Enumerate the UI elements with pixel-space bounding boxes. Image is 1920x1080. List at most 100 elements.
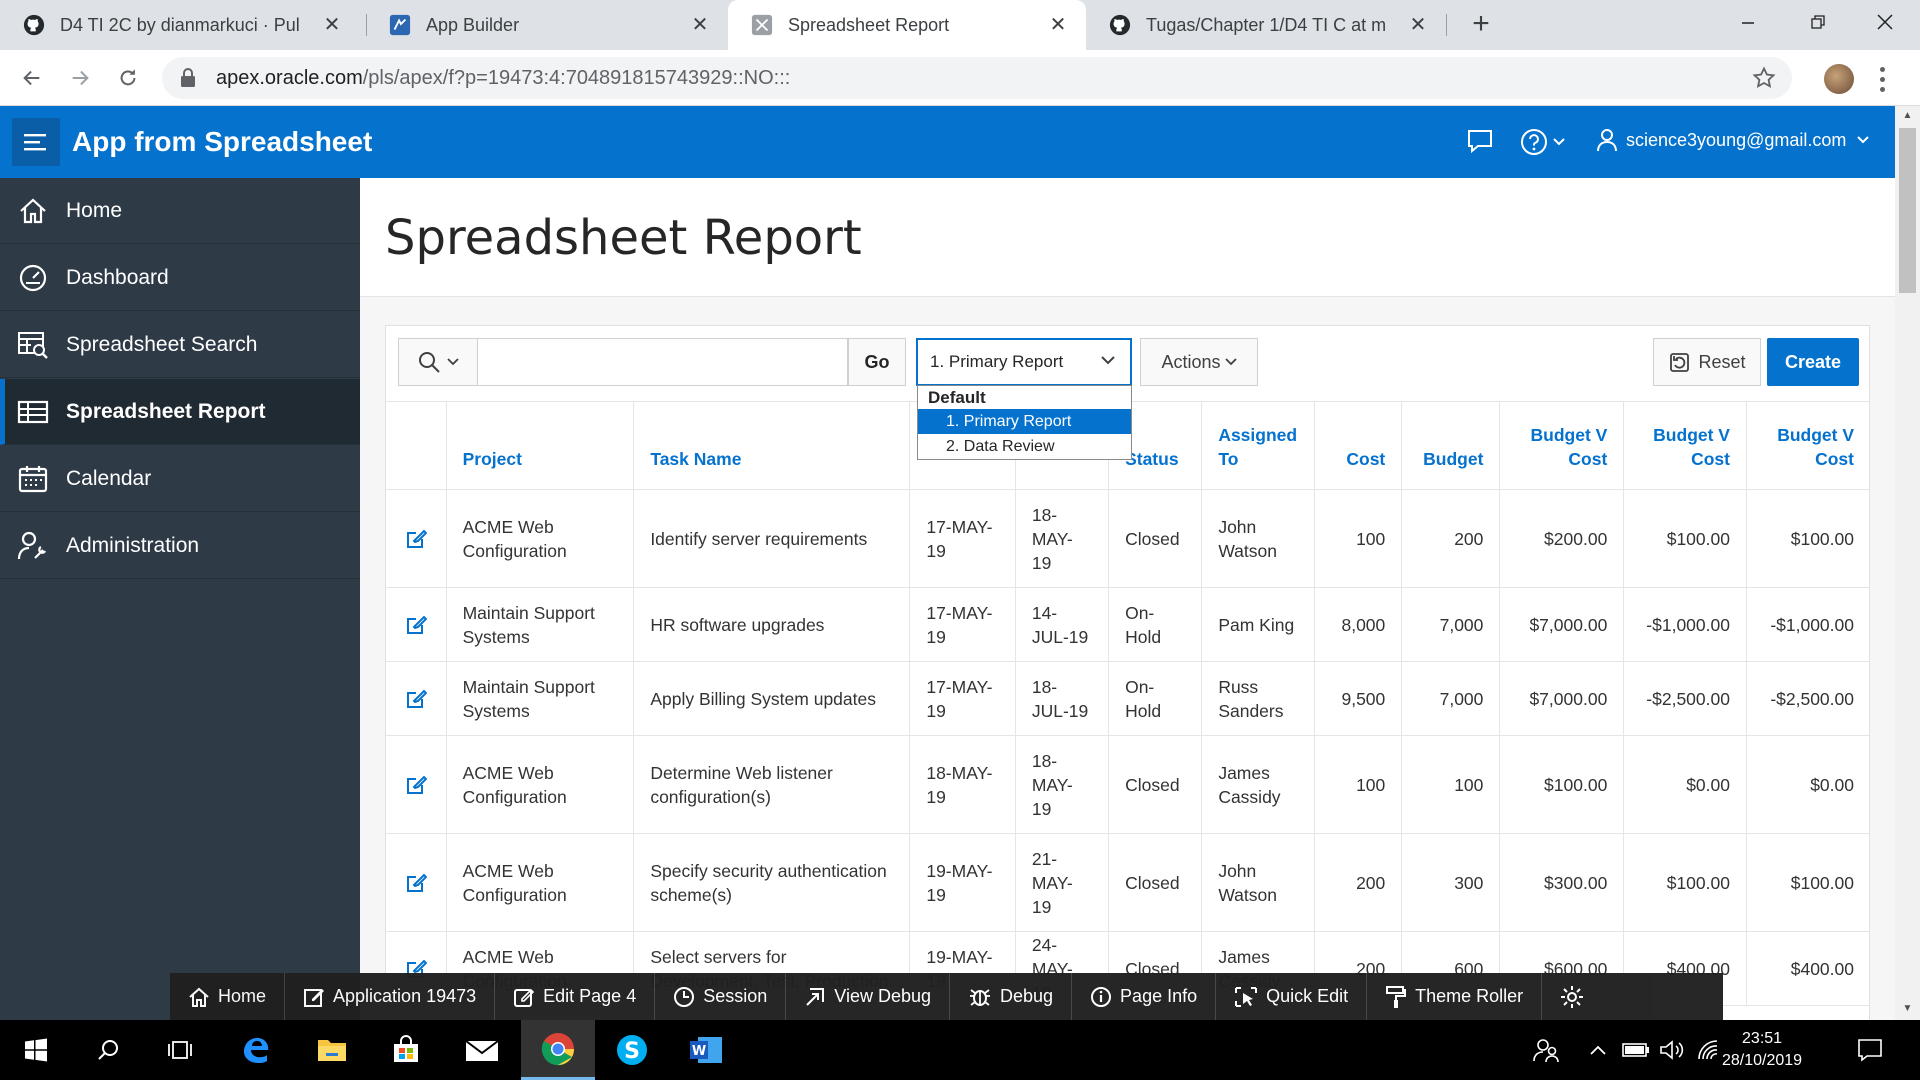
column-header[interactable]: Budget V Cost	[1499, 401, 1625, 490]
scrollbar-thumb[interactable]	[1899, 128, 1916, 293]
dev-page-info-button[interactable]: Page Info	[1072, 973, 1217, 1020]
url-host: apex.oracle.com	[216, 66, 363, 89]
search-icon[interactable]	[88, 1030, 128, 1070]
new-tab-button[interactable]: +	[1466, 9, 1496, 40]
dev-view-debug-button[interactable]: View Debug	[786, 973, 950, 1020]
github-icon	[1108, 13, 1132, 37]
table-cell: ACME Web Configuration	[446, 735, 635, 834]
column-header[interactable]: Task Name	[633, 401, 911, 490]
edit-page-icon	[514, 988, 535, 1007]
dev-quick-edit-button[interactable]: Quick Edit	[1216, 973, 1368, 1020]
dev-item-label: View Debug	[834, 986, 931, 1006]
address-bar[interactable]: apex.oracle.com/pls/apex/f?p=19473:4:704…	[162, 57, 1792, 99]
help-menu-icon[interactable]	[1520, 128, 1566, 156]
store-icon[interactable]	[386, 1030, 426, 1070]
column-header[interactable]: Assigned To	[1201, 401, 1316, 490]
browser-tab[interactable]: D4 TI 2C by dianmarkuci · Pull Re ✕	[0, 0, 360, 50]
browser-tab[interactable]: App Builder ✕	[366, 0, 728, 50]
task-view-icon[interactable]	[160, 1030, 200, 1070]
bookmark-star-icon[interactable]	[1752, 66, 1776, 90]
clock-icon	[674, 986, 695, 1007]
table-cell: Closed	[1108, 833, 1203, 932]
hamburger-menu-icon[interactable]	[12, 118, 60, 166]
search-input[interactable]	[478, 338, 848, 386]
back-icon[interactable]	[16, 62, 48, 94]
table-cell: ACME Web Configuration	[446, 833, 635, 932]
column-header[interactable]: Budget	[1401, 401, 1501, 490]
column-header[interactable]: Cost	[1314, 401, 1403, 490]
system-clock[interactable]: 23:51 28/10/2019	[1722, 1028, 1802, 1072]
column-header[interactable]: Budget V Cost	[1623, 401, 1747, 490]
dev-settings-button[interactable]	[1542, 973, 1602, 1020]
close-icon[interactable]: ✕	[1406, 12, 1430, 36]
restore-icon[interactable]	[1783, 0, 1853, 44]
skype-icon[interactable]: S	[612, 1030, 652, 1070]
notifications-icon[interactable]	[1850, 1030, 1890, 1070]
dev-debug-button[interactable]: Debug	[950, 973, 1073, 1020]
dropdown-option[interactable]: 1. Primary Report	[918, 409, 1131, 434]
show-hidden-icons-icon[interactable]	[1578, 1030, 1618, 1070]
close-icon[interactable]: ✕	[688, 12, 712, 36]
search-column-button[interactable]	[398, 338, 478, 386]
reset-button[interactable]: Reset	[1653, 338, 1761, 386]
dev-application-button[interactable]: Application 19473	[285, 973, 496, 1020]
close-icon[interactable]: ✕	[1046, 12, 1070, 36]
dev-session-button[interactable]: Session	[655, 973, 787, 1020]
table-cell: 18-MAY-19	[1015, 489, 1110, 588]
go-button[interactable]: Go	[848, 338, 906, 386]
forward-icon[interactable]	[64, 62, 96, 94]
dev-home-button[interactable]: Home	[170, 973, 286, 1020]
table-cell: 21-MAY-19	[1015, 833, 1110, 932]
sidebar-item-spreadsheet-report[interactable]: Spreadsheet Report	[0, 379, 360, 445]
people-icon[interactable]	[1526, 1030, 1566, 1070]
close-icon[interactable]: ✕	[320, 12, 344, 36]
edit-row-cell[interactable]	[386, 587, 447, 662]
sidebar-item-administration[interactable]: Administration	[0, 513, 360, 579]
browser-menu-icon[interactable]	[1872, 64, 1892, 94]
dev-edit-page-button[interactable]: Edit Page 4	[495, 973, 656, 1020]
lock-icon	[180, 68, 200, 88]
edge-icon[interactable]	[236, 1030, 276, 1070]
table-cell: Specify security authentication scheme(s…	[633, 833, 911, 932]
table-cell: 9,500	[1314, 661, 1403, 736]
actions-menu-button[interactable]: Actions	[1140, 338, 1258, 386]
report-select[interactable]: 1. Primary Report	[916, 338, 1132, 386]
volume-icon[interactable]	[1652, 1030, 1692, 1070]
edit-row-cell[interactable]	[386, 661, 447, 736]
sidebar-item-label: Spreadsheet Report	[66, 399, 266, 423]
create-button[interactable]: Create	[1767, 338, 1859, 386]
user-menu[interactable]: science3young@gmail.com	[1596, 128, 1878, 152]
edit-row-cell[interactable]	[386, 735, 447, 834]
edit-row-cell[interactable]	[386, 489, 447, 588]
dev-theme-roller-button[interactable]: Theme Roller	[1367, 973, 1543, 1020]
scroll-up-icon[interactable]: ▲	[1899, 108, 1916, 124]
profile-avatar[interactable]	[1824, 64, 1854, 94]
dev-item-label: Debug	[1000, 986, 1054, 1006]
sidebar-item-spreadsheet-search[interactable]: Spreadsheet Search	[0, 312, 360, 378]
dropdown-option[interactable]: 2. Data Review	[918, 434, 1131, 459]
table-cell: 19-MAY-19	[909, 833, 1016, 932]
app-title[interactable]: App from Spreadsheet	[72, 126, 372, 158]
battery-icon[interactable]	[1616, 1030, 1656, 1070]
main-content: Spreadsheet Report Go 1. Primary Report …	[360, 178, 1895, 1025]
feedback-icon[interactable]	[1466, 128, 1494, 154]
edit-row-cell[interactable]	[386, 833, 447, 932]
close-window-icon[interactable]	[1850, 0, 1920, 44]
reload-icon[interactable]	[112, 62, 144, 94]
windows-start-icon[interactable]	[16, 1030, 56, 1070]
column-header[interactable]: Budget V Cost	[1746, 401, 1869, 490]
column-header[interactable]: Project	[446, 401, 635, 490]
calendar-icon	[16, 462, 50, 496]
chrome-icon[interactable]	[521, 1020, 595, 1080]
sidebar-item-calendar[interactable]: Calendar	[0, 446, 360, 512]
file-explorer-icon[interactable]	[312, 1030, 352, 1070]
browser-tab[interactable]: Tugas/Chapter 1/D4 TI C at mast ✕	[1086, 0, 1446, 50]
mail-icon[interactable]	[462, 1030, 502, 1070]
tab-title: D4 TI 2C by dianmarkuci · Pull Re	[60, 14, 300, 35]
browser-tab-active[interactable]: Spreadsheet Report ✕	[728, 0, 1086, 50]
word-icon[interactable]: W	[686, 1030, 726, 1070]
sidebar-item-home[interactable]: Home	[0, 178, 360, 244]
minimize-icon[interactable]	[1713, 0, 1783, 44]
scroll-down-icon[interactable]: ▼	[1899, 1001, 1916, 1017]
sidebar-item-dashboard[interactable]: Dashboard	[0, 245, 360, 311]
